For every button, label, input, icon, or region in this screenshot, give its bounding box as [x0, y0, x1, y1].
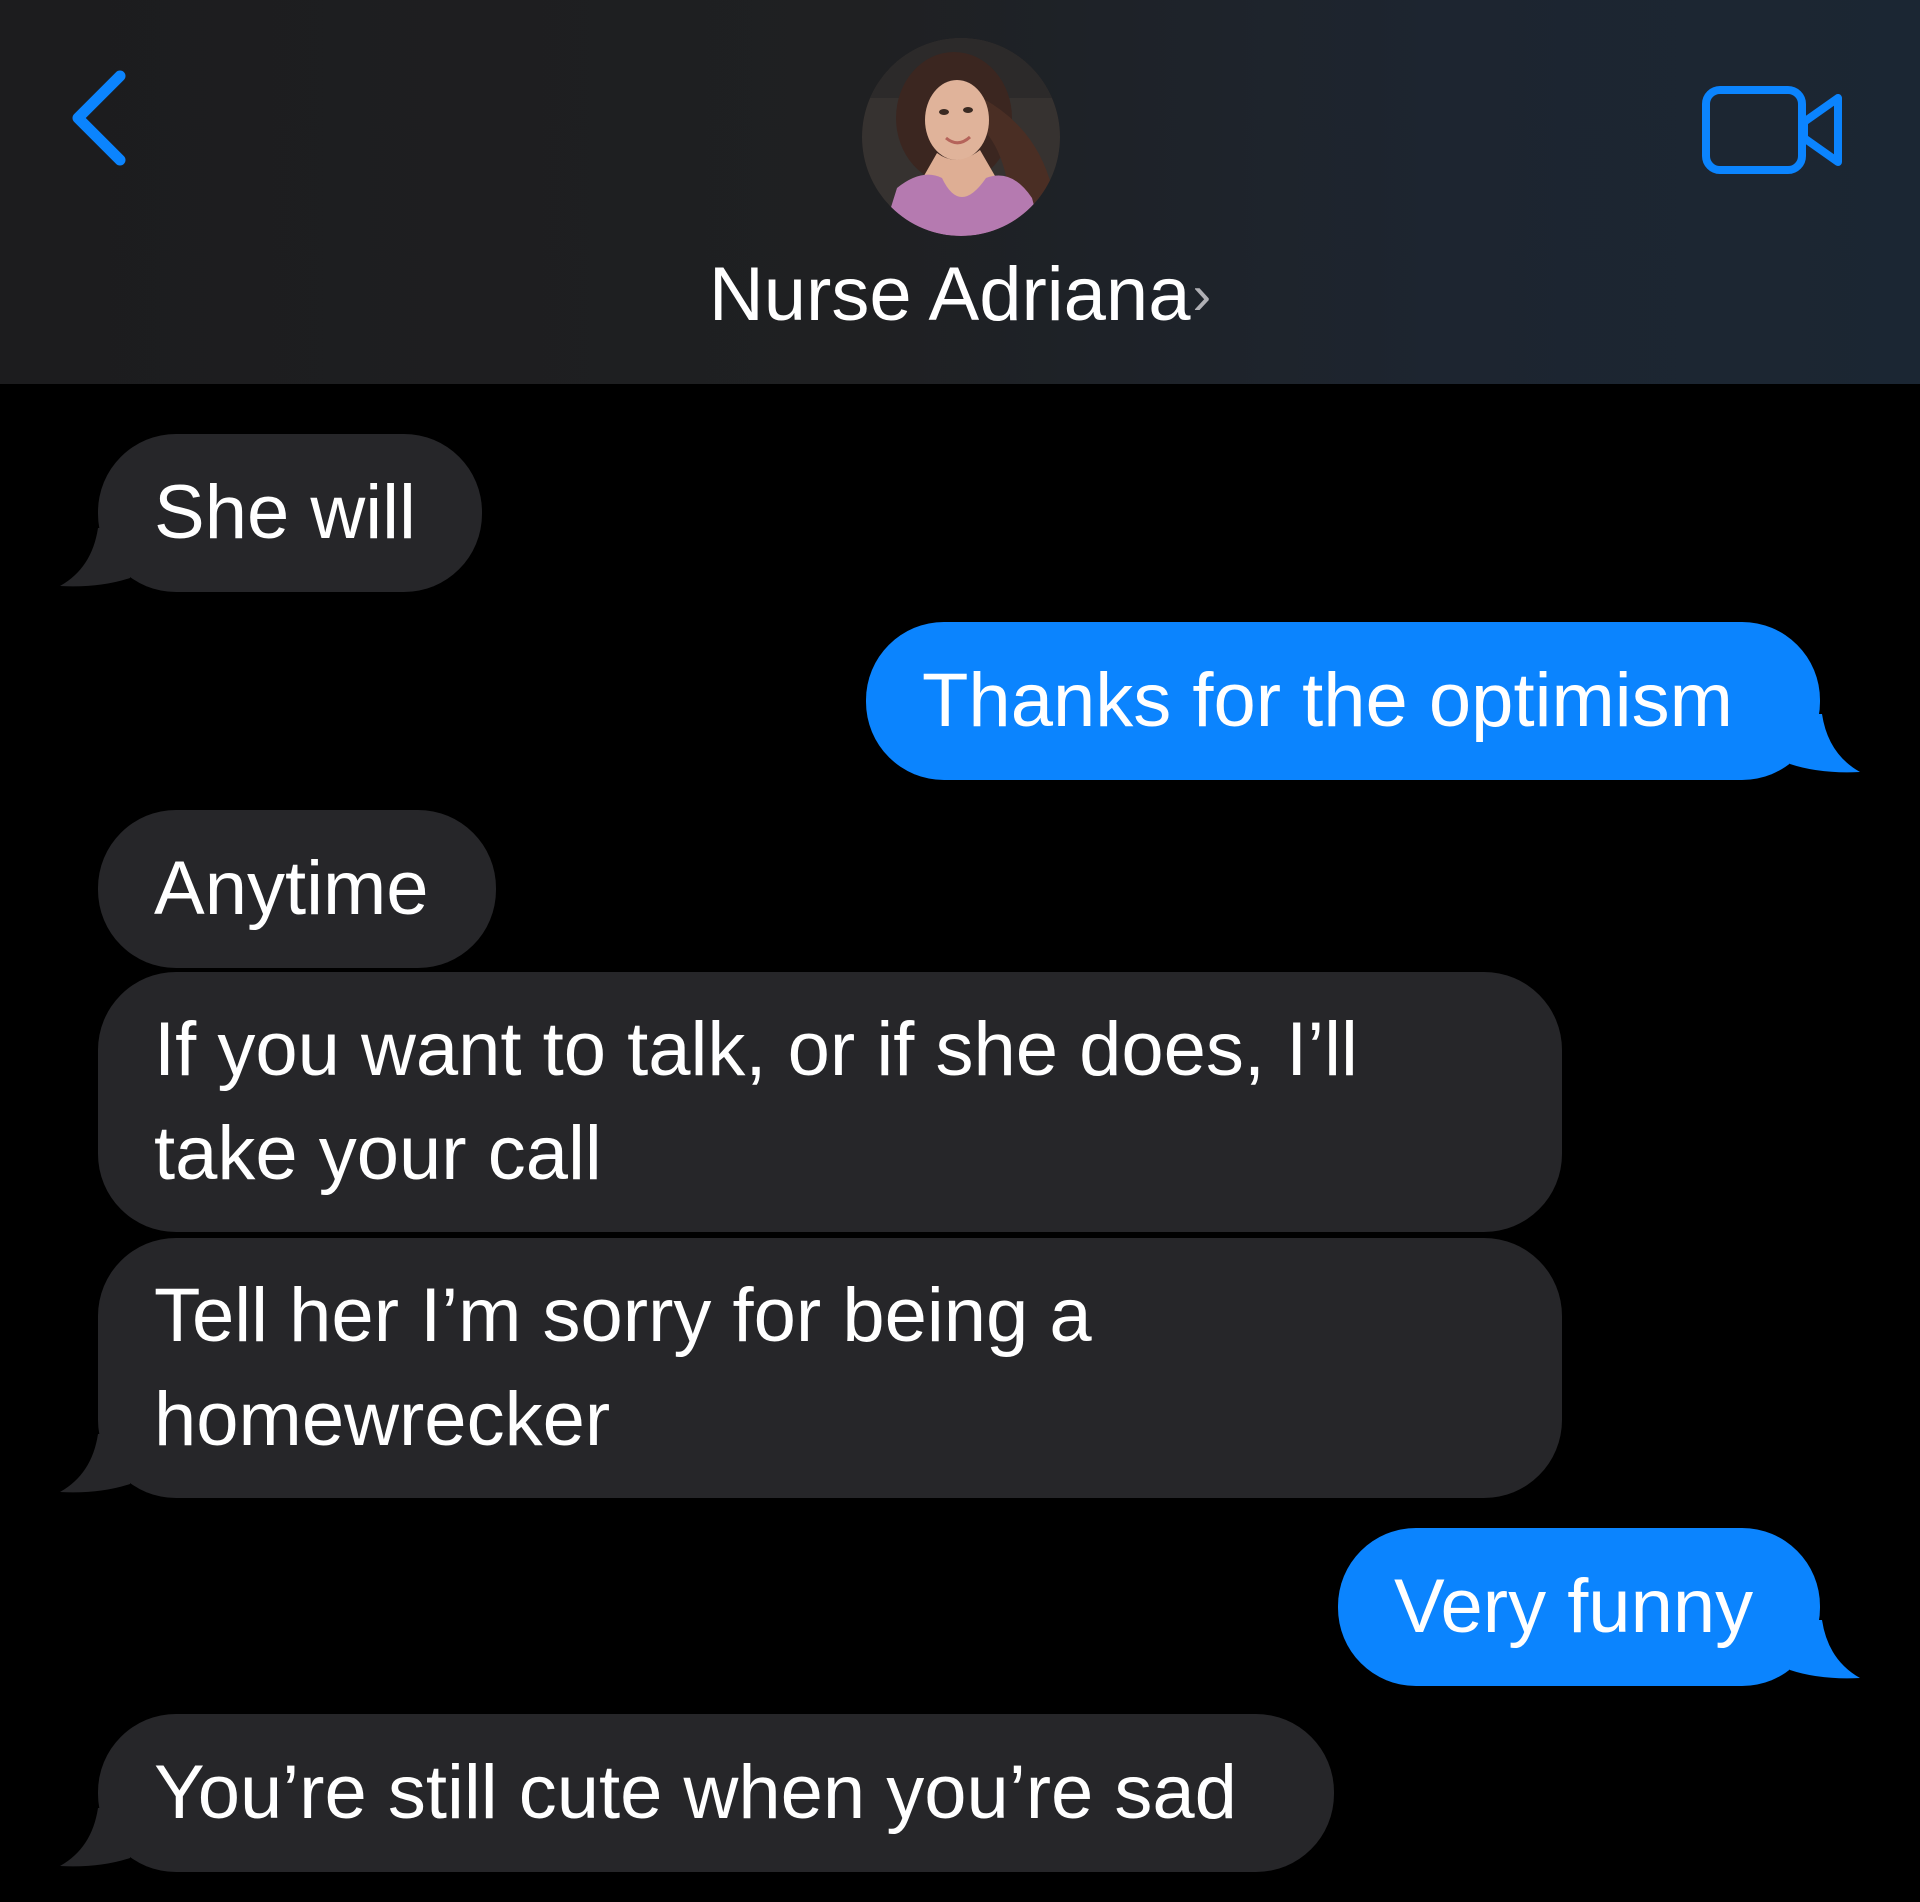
contact-avatar[interactable]	[862, 38, 1060, 236]
contact-photo	[862, 38, 1060, 236]
contact-name[interactable]: Nurse Adriana›	[0, 250, 1920, 340]
message-bubble-received[interactable]: She will	[98, 434, 482, 592]
facetime-video-button[interactable]	[1700, 82, 1846, 178]
message-bubble-received[interactable]: Anytime	[98, 810, 496, 968]
message-bubble-received[interactable]: Tell her I’m sorry for being a homewreck…	[98, 1238, 1562, 1498]
message-text: Anytime	[154, 846, 429, 931]
message-text: You’re still cute when you’re sad	[154, 1750, 1237, 1835]
message-bubble-sent[interactable]: Thanks for the optimism	[866, 622, 1820, 780]
message-bubble-sent[interactable]: Very funny	[1338, 1528, 1820, 1686]
message-bubble-received[interactable]: If you want to talk, or if she does, I’l…	[98, 972, 1562, 1232]
message-text: If you want to talk, or if she does, I’l…	[154, 1007, 1358, 1196]
chevron-left-icon	[72, 70, 126, 166]
message-text: Thanks for the optimism	[922, 658, 1733, 743]
video-camera-icon	[1702, 86, 1842, 174]
message-text: Very funny	[1394, 1564, 1754, 1649]
message-text: Tell her I’m sorry for being a homewreck…	[154, 1273, 1092, 1462]
contact-name-text: Nurse Adriana	[708, 252, 1191, 337]
chevron-right-icon: ›	[1192, 263, 1212, 326]
message-text: She will	[154, 470, 416, 555]
conversation-header: Nurse Adriana›	[0, 0, 1920, 384]
message-bubble-received[interactable]: You’re still cute when you’re sad	[98, 1714, 1334, 1872]
back-button[interactable]	[58, 58, 148, 178]
